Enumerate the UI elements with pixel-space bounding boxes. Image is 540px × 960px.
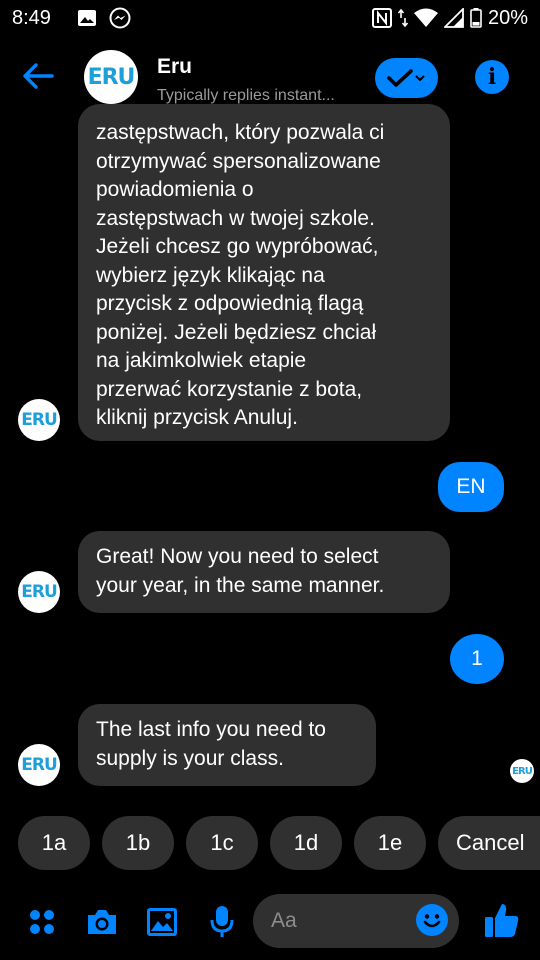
quick-reply-1b[interactable]: 1b [102,816,174,870]
battery-icon [470,8,482,28]
data-arrows-icon [397,8,408,28]
message-line: The last info you need to [96,718,326,741]
outgoing-message[interactable]: EN [438,462,504,512]
message-line: przerwać korzystanie z bota, [96,377,363,401]
checkmark-icon [386,69,425,87]
message-line: Jeżeli chcesz go wypróbować, [96,235,379,258]
sender-avatar[interactable]: ERU [18,399,60,441]
message-list[interactable]: zastępstwach, który pozwala ci otrzymywa… [0,104,540,800]
outgoing-message[interactable]: 1 [450,634,504,684]
contact-status: Typically replies instant... [157,87,335,104]
incoming-message[interactable]: Great! Now you need to select your year,… [78,531,450,613]
emoji-icon[interactable] [416,904,448,936]
quick-reply-1c[interactable]: 1c [186,816,258,870]
contact-name[interactable]: Eru [157,55,192,79]
thumbs-up-icon[interactable] [480,898,524,942]
seen-avatar: ERU [510,759,534,783]
wifi-icon [413,8,438,28]
back-arrow-icon[interactable] [22,62,62,94]
message-line: kliknij przycisk Anuluj. [96,406,298,429]
contact-avatar[interactable]: ERU [84,50,138,104]
eru-logo: ERU [21,582,58,602]
eru-logo: ERU [21,755,58,775]
eru-logo: ERU [512,765,533,777]
microphone-icon[interactable] [202,902,242,942]
composer-bar [0,890,540,954]
apps-icon[interactable] [22,902,62,942]
quick-reply-1e[interactable]: 1e [354,816,426,870]
status-bar: 8:49 20% [0,0,540,36]
quick-reply-1a[interactable]: 1a [18,816,90,870]
sender-avatar[interactable]: ERU [18,571,60,613]
message-line: zastępstwach, który pozwala ci [96,121,385,144]
message-line: wybierz język klikając na [96,263,325,287]
incoming-message[interactable]: zastępstwach, który pozwala ci otrzymywa… [78,104,450,441]
camera-icon[interactable] [82,902,122,942]
checkmark-dropdown-button[interactable] [375,58,438,98]
quick-replies: 1a 1b 1c 1d 1e Cancel [0,816,540,870]
nfc-icon [371,8,392,28]
quick-reply-1d[interactable]: 1d [270,816,342,870]
eru-logo: ERU [87,64,136,90]
message-line: otrzymywać spersonalizowane [96,149,381,173]
message-line: na jakimkolwiek etapie [96,349,307,372]
incoming-message[interactable]: The last info you need to supply is your… [78,704,376,786]
image-icon [77,9,97,27]
message-line: zastępstwach w twojej szkole. [96,206,375,230]
info-icon[interactable]: i [475,60,509,94]
message-line: poniżej. Jeżeli będziesz chciał [96,320,377,344]
message-line: Great! Now you need to select [96,545,379,568]
message-line: przycisk z odpowiednią flagą [96,292,364,315]
battery-percent: 20% [487,6,528,29]
eru-logo: ERU [21,410,58,430]
message-line: powiadomienia o [96,178,254,201]
messenger-icon [109,7,131,29]
message-input[interactable] [271,894,411,948]
clock: 8:49 [12,6,51,29]
sender-avatar[interactable]: ERU [18,744,60,786]
message-line: your year, in the same manner. [96,573,385,597]
gallery-icon[interactable] [142,902,182,942]
quick-reply-cancel[interactable]: Cancel [438,816,540,870]
message-line: supply is your class. [96,746,284,770]
signal-icon [443,8,464,28]
